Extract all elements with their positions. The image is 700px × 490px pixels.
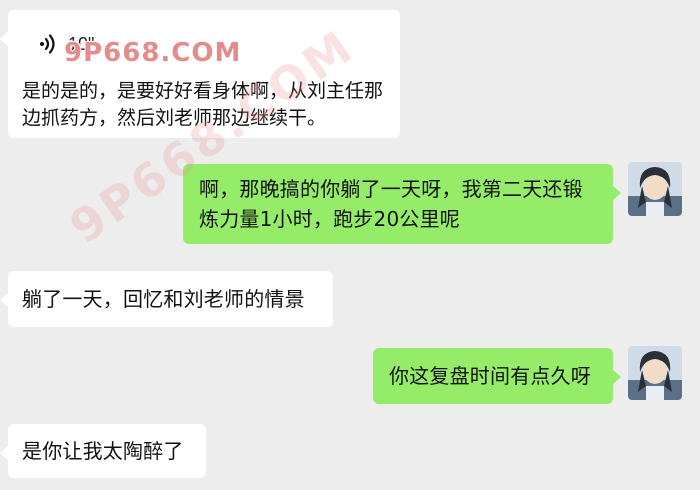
incoming-message-bubble[interactable]: 躺了一天，回忆和刘老师的情景 [0,271,333,327]
voice-player[interactable]: 10" [36,30,94,58]
avatar[interactable] [628,162,682,216]
outgoing-message-bubble[interactable]: 你这复盘时间有点久呀 [373,348,621,404]
voice-transcript: 是的是的，是要好好看身体啊，从刘主任那边抓药方，然后刘老师那边继续干。 [22,80,384,129]
avatar-image [628,162,682,216]
avatar-image [628,346,682,400]
voice-duration: 10" [68,33,95,54]
voice-wave-icon [40,34,55,54]
message-text: 你这复盘时间有点久呀 [389,364,591,388]
outgoing-message-bubble[interactable]: 啊，那晚搞的你躺了一天呀，我第二天还锻炼力量1小时，跑步20公里呢 [183,164,621,244]
incoming-message-bubble[interactable]: 是你让我太陶醉了 [0,424,206,478]
message-text: 啊，那晚搞的你躺了一天呀，我第二天还锻炼力量1小时，跑步20公里呢 [199,177,583,231]
voice-message-bubble[interactable]: 10" 是的是的，是要好好看身体啊，从刘主任那边抓药方，然后刘老师那边继续干。 [0,10,400,138]
avatar[interactable] [628,346,682,400]
message-text: 躺了一天，回忆和刘老师的情景 [22,287,305,311]
message-text: 是你让我太陶醉了 [22,439,184,463]
